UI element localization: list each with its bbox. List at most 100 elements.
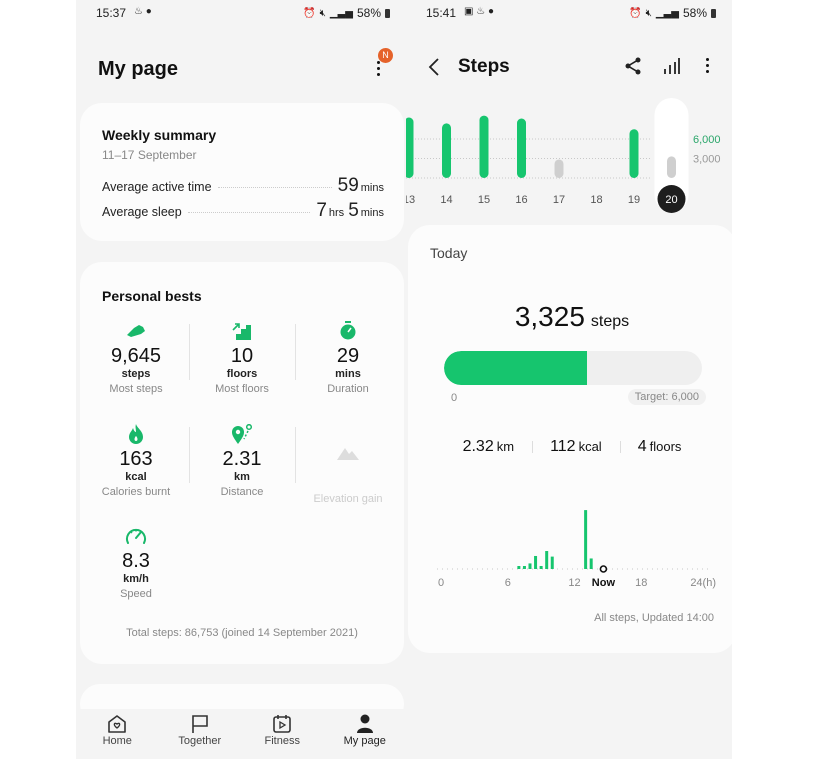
daily-steps-chart[interactable]: 6,000 3,000 13 14 15 16 17 18 19 20	[406, 95, 732, 215]
day-label[interactable]: 17	[553, 194, 565, 206]
best-value: 2.31	[222, 448, 262, 470]
best-speed[interactable]: 8.3 km/h Speed	[83, 525, 189, 602]
row-value: 59	[337, 175, 359, 196]
day-bar[interactable]	[479, 115, 489, 178]
day-label[interactable]: 14	[440, 194, 452, 206]
day-label[interactable]: 16	[515, 194, 527, 206]
hour-bar	[550, 556, 554, 569]
today-metrics: 2.32 km 112 kcal 4 floors	[408, 438, 732, 456]
nav-label: Together	[178, 735, 222, 747]
weekly-summary-card[interactable]: Weekly summary 11–17 September Average a…	[80, 103, 404, 241]
more-options-button[interactable]	[377, 61, 381, 76]
status-bar: 15:41 ▣ ♨ ● ⏰ 🔇︎ ▁▃▅ 58%	[406, 6, 732, 22]
best-label: Distance	[220, 486, 264, 498]
best-unit: mins	[335, 368, 361, 380]
day-label[interactable]: 13	[406, 194, 415, 206]
metric-value: 112	[550, 438, 576, 455]
best-distance[interactable]: 2.31 km Distance	[189, 423, 295, 500]
row-value: 5	[348, 200, 359, 221]
notification-icons: ▣ ♨ ●	[464, 6, 495, 17]
more-options-button[interactable]	[706, 58, 710, 73]
nav-my-page[interactable]: My page	[324, 709, 406, 759]
personal-bests-card: Personal bests 9,645 steps Most steps 10…	[80, 262, 404, 664]
average-sleep-row: Average sleep 7 hrs 5 mins	[102, 200, 384, 222]
trends-button[interactable]	[662, 56, 682, 76]
stopwatch-icon	[295, 320, 401, 342]
day-bar[interactable]	[667, 156, 676, 178]
metric-value: 4	[637, 438, 647, 455]
back-button[interactable]	[426, 56, 442, 78]
nav-together[interactable]: Together	[159, 709, 241, 759]
weekly-summary-title: Weekly summary	[102, 127, 217, 143]
page-title: My page	[98, 58, 179, 80]
home-heart-icon	[76, 713, 158, 735]
day-bar[interactable]	[629, 129, 639, 178]
day-label[interactable]: 15	[478, 194, 490, 206]
best-label: Speed	[120, 588, 152, 600]
best-most-floors[interactable]: 10 floors Most floors	[189, 320, 295, 397]
chevron-left-icon	[428, 58, 439, 76]
battery-percent: 58%	[356, 6, 381, 20]
row-label: Average active time	[102, 180, 212, 194]
metric-value: 2.32	[462, 438, 494, 455]
hour-bar	[589, 558, 593, 569]
hour-bar	[584, 510, 588, 569]
best-duration[interactable]: 29 mins Duration	[295, 320, 401, 397]
progress-fill	[444, 351, 587, 385]
metric-distance: 2.32 km	[445, 438, 532, 456]
best-unit: km	[234, 471, 250, 483]
metric-calories: 112 kcal	[532, 438, 620, 456]
hour-bar	[539, 566, 543, 569]
nav-fitness[interactable]: Fitness	[241, 709, 323, 759]
best-most-steps[interactable]: 9,645 steps Most steps	[83, 320, 189, 397]
best-label: Calories burnt	[101, 486, 171, 498]
row-unit: mins	[360, 207, 384, 219]
reference-label: 6,000	[693, 134, 721, 146]
day-bar[interactable]	[442, 123, 451, 178]
best-value: 29	[336, 345, 360, 367]
updated-text: All steps, Updated 14:00	[594, 612, 714, 624]
target-badge[interactable]: Target: 6,000	[627, 389, 706, 405]
nav-label: Fitness	[264, 735, 300, 747]
person-icon	[324, 713, 406, 735]
dotted-leader	[187, 212, 311, 213]
status-bar: 15:37 ♨ ● ⏰ 🔇︎ ▁▃▅ 58%	[76, 6, 406, 22]
day-bar[interactable]	[517, 118, 526, 178]
flag-icon	[159, 713, 241, 735]
battery-icon	[711, 8, 716, 18]
metric-unit: km	[496, 439, 515, 454]
day-bar[interactable]	[406, 117, 414, 178]
best-unit: km/h	[123, 573, 149, 585]
total-steps-text: Total steps: 86,753 (joined 14 September…	[126, 627, 358, 639]
steps-progress-bar	[444, 351, 702, 385]
day-label[interactable]: 20	[665, 194, 677, 206]
alarm-icon: ⏰	[629, 7, 642, 19]
day-bar[interactable]	[554, 159, 564, 178]
hour-tick-label: 12	[568, 577, 580, 589]
day-label[interactable]: 18	[590, 194, 602, 206]
best-value: 163	[119, 448, 153, 470]
today-card: Today 3,325 steps 0 Target: 6,000 2.32 km …	[408, 225, 732, 653]
hour-tick-label: 24(h)	[690, 577, 716, 589]
bottom-nav: Home Together Fitness My page	[76, 709, 406, 759]
stairs-icon	[189, 320, 295, 342]
day-label[interactable]: 19	[628, 194, 640, 206]
best-label: Duration	[327, 383, 369, 395]
metric-unit: floors	[649, 439, 682, 454]
hour-tick-label: 6	[505, 577, 511, 589]
share-icon	[625, 57, 641, 75]
nav-home[interactable]: Home	[76, 709, 158, 759]
location-route-icon	[189, 423, 295, 445]
best-value: 9,645	[110, 345, 162, 367]
notification-badge: N	[378, 48, 393, 63]
best-value: 10	[230, 345, 254, 367]
weekly-summary-date: 11–17 September	[102, 148, 197, 162]
steps-unit: steps	[590, 313, 630, 330]
signal-icon: ▁▃▅	[655, 7, 679, 19]
best-calories[interactable]: 163 kcal Calories burnt	[83, 423, 189, 500]
hourly-steps-chart: 0 6 12 Now 18 24(h)	[437, 510, 716, 589]
calendar-play-icon	[241, 713, 323, 735]
share-button[interactable]	[624, 56, 642, 76]
best-elevation-gain: Elevation gain	[295, 442, 401, 507]
row-unit: hrs	[328, 207, 345, 219]
